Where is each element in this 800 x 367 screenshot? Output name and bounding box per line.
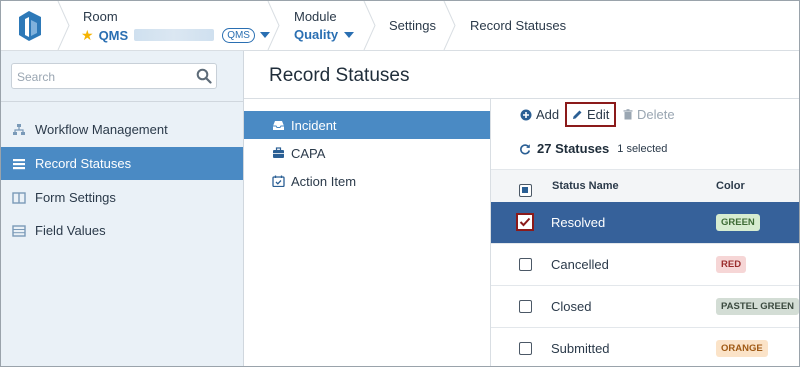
list-icon [13,158,25,169]
search-input[interactable]: Search [11,63,217,89]
status-name: Closed [551,299,592,314]
search-icon[interactable] [196,68,212,84]
sitemap-icon [13,123,25,135]
table-icon [12,224,26,237]
table-row[interactable]: Submitted ORANGE [491,328,799,366]
add-label: Add [536,107,560,122]
star-icon[interactable]: ★ [81,27,94,44]
record-type-incident[interactable]: Incident [244,111,490,139]
room-label: Room [83,9,118,24]
room-selector[interactable]: ★ QMS QMS [81,27,270,43]
room-code: QMS [98,27,129,43]
sidebar-item-form-settings[interactable]: Form Settings [1,181,243,214]
status-count: 27 Statuses 1 selected [519,141,667,156]
record-type-label: Action Item [291,173,357,189]
app-window: Room ★ QMS QMS Module Quality Settings R… [0,0,800,367]
search-placeholder: Search [17,70,56,84]
app-logo-icon[interactable] [15,9,45,43]
indeterminate-mark [522,187,528,193]
sidebar: Search Workflow Management Record Status… [1,51,244,366]
page-title: Record Statuses [269,65,410,86]
chevron-down-icon[interactable] [344,31,355,38]
sidebar-item-label: Workflow Management [35,122,168,137]
briefcase-icon [273,147,284,158]
select-all-checkbox[interactable] [519,184,532,197]
add-button[interactable]: Add [520,107,559,122]
sidebar-item-label: Record Statuses [35,156,132,171]
column-header-status-name[interactable]: Status Name [552,180,619,192]
color-badge: RED [716,256,747,273]
refresh-icon[interactable] [519,143,531,155]
sidebar-item-record-statuses[interactable]: Record Statuses [1,147,243,180]
module-label: Module [294,9,337,24]
delete-label: Delete [637,107,675,122]
column-header-color[interactable]: Color [716,180,745,192]
module-selector[interactable]: Quality [294,27,355,42]
columns-icon [12,191,26,204]
top-header: Room ★ QMS QMS Module Quality Settings R… [1,1,799,51]
checkmark-icon [519,217,531,227]
sidebar-item-field-values[interactable]: Field Values [1,214,243,247]
header-divider [363,1,376,50]
table-row[interactable]: Closed PASTEL GREEN [491,286,799,328]
row-checkbox-highlight[interactable] [516,213,534,231]
calendar-check-icon [272,175,285,187]
header-divider [443,1,456,50]
inbox-icon [273,121,284,130]
trash-icon [623,109,633,120]
record-type-action-item[interactable]: Action Item [244,167,490,195]
record-type-label: Incident [291,117,337,133]
table-header: Status Name Color [491,169,799,203]
module-value: Quality [294,27,339,42]
status-toolbar: Add Edit Delete [491,99,799,131]
color-badge: GREEN [716,214,760,231]
table-row[interactable]: Resolved GREEN [491,202,799,244]
breadcrumb-current: Record Statuses [470,18,567,33]
row-checkbox[interactable] [519,258,532,271]
status-count-label: 27 Statuses [537,141,610,156]
sidebar-item-label: Form Settings [35,190,116,205]
room-badge: QMS [222,27,255,43]
delete-button[interactable]: Delete [623,107,675,122]
plus-circle-icon [520,109,532,120]
color-badge: PASTEL GREEN [716,298,799,315]
record-type-label: CAPA [291,145,326,161]
status-name: Cancelled [551,257,609,272]
record-type-capa[interactable]: CAPA [244,139,490,167]
edit-highlight-box [565,102,616,127]
room-name-redacted [134,29,215,41]
header-divider [267,1,280,50]
sidebar-item-label: Field Values [35,223,106,238]
row-checkbox[interactable] [519,342,532,355]
breadcrumb-settings[interactable]: Settings [389,18,436,33]
selected-count: 1 selected [617,142,668,155]
record-type-list: Incident CAPA Action Item [244,99,491,366]
row-checkbox[interactable] [519,300,532,313]
status-name: Submitted [551,341,610,356]
status-name: Resolved [551,215,606,230]
table-row[interactable]: Cancelled RED [491,244,799,286]
header-divider [57,1,70,50]
sidebar-divider [1,101,243,102]
sidebar-item-workflow-management[interactable]: Workflow Management [1,113,243,146]
color-badge: ORANGE [716,340,768,357]
